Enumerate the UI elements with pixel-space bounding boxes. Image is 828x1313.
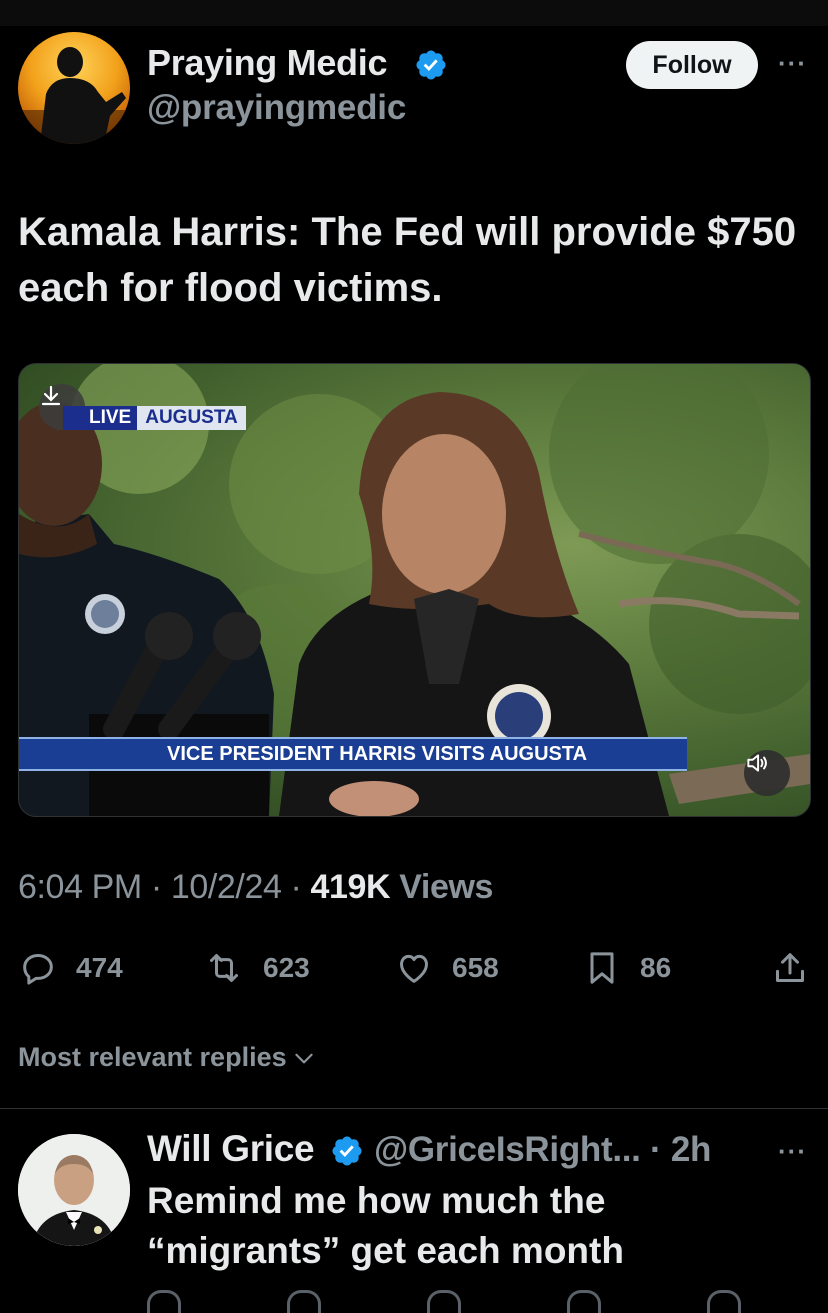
location-label: AUGUSTA xyxy=(137,406,246,430)
chyron-text: VICE PRESIDENT HARRIS VISITS AUGUSTA xyxy=(167,743,588,765)
bookmark-button[interactable]: 86 xyxy=(582,948,671,988)
bookmark-icon xyxy=(590,952,614,984)
speaker-icon xyxy=(747,754,767,772)
reply-icon xyxy=(23,954,53,985)
reply-button[interactable]: 474 xyxy=(18,948,123,988)
follow-button[interactable]: Follow xyxy=(626,41,758,89)
reply-count: 474 xyxy=(76,952,123,983)
tweet-time[interactable]: 6:04 PM xyxy=(18,868,142,906)
more-horizontal-icon[interactable]: ··· xyxy=(778,48,807,79)
share-icon xyxy=(776,953,804,982)
tweet-date[interactable]: 10/2/24 xyxy=(171,868,282,906)
tweet-meta: 6:04 PM · 10/2/24 · 419K Views xyxy=(18,868,493,907)
divider xyxy=(0,1108,828,1109)
replies-sort-label: Most relevant replies xyxy=(18,1042,287,1072)
live-label: LIVE xyxy=(63,406,138,430)
reply-time[interactable]: · 2h xyxy=(650,1130,711,1169)
reply-more-icon[interactable]: ··· xyxy=(778,1136,807,1167)
sound-toggle-button[interactable] xyxy=(744,750,790,796)
avatar-silhouette xyxy=(18,47,130,144)
repost-button[interactable]: 623 xyxy=(203,948,310,988)
reply-author-avatar[interactable] xyxy=(18,1134,130,1246)
reply-author-handle[interactable]: @GriceIsRight... xyxy=(374,1130,641,1169)
author-avatar[interactable] xyxy=(18,32,130,144)
status-bar xyxy=(0,0,828,26)
like-button[interactable]: 658 xyxy=(394,948,499,988)
reply-author-handle-and-time[interactable]: @GriceIsRight... · 2h xyxy=(374,1130,711,1170)
share-button[interactable] xyxy=(770,948,828,988)
verified-badge-icon xyxy=(332,1136,362,1166)
author-name[interactable]: Praying Medic xyxy=(147,42,387,84)
tweet-text: Kamala Harris: The Fed will provide $750… xyxy=(18,210,797,310)
meta-separator: · xyxy=(281,868,311,906)
heart-icon xyxy=(400,954,428,983)
repost-count: 623 xyxy=(263,952,310,983)
bookmark-count: 86 xyxy=(640,952,672,983)
chevron-down-icon xyxy=(294,1053,313,1063)
reply-actions-row xyxy=(147,1290,807,1313)
news-chyron: VICE PRESIDENT HARRIS VISITS AUGUSTA xyxy=(19,737,687,771)
tweet-video[interactable]: LIVE AUGUSTA VICE PRESIDENT HARRIS VISIT… xyxy=(18,363,811,817)
reply-avatar-photo xyxy=(18,1134,130,1246)
author-handle[interactable]: @prayingmedic xyxy=(147,88,406,128)
verified-badge-icon xyxy=(416,50,446,80)
live-location-tag: LIVE AUGUSTA xyxy=(63,406,246,430)
repost-icon xyxy=(210,954,238,982)
replies-sort-dropdown[interactable]: Most relevant replies xyxy=(18,1042,317,1073)
download-icon xyxy=(41,385,61,406)
views-count[interactable]: 419K xyxy=(311,868,391,906)
like-count: 658 xyxy=(452,952,499,983)
reply-author-name[interactable]: Will Grice xyxy=(147,1128,315,1170)
views-label: Views xyxy=(390,868,494,906)
reply-text: Remind me how much the “migrants” get ea… xyxy=(147,1180,624,1271)
meta-separator: · xyxy=(141,868,171,906)
